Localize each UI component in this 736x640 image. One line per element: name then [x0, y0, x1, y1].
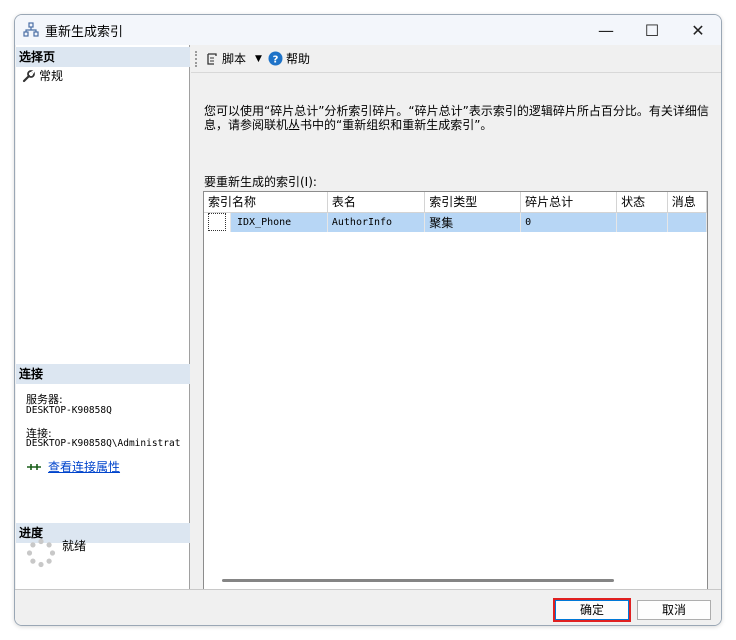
cell-status[interactable]: [616, 212, 668, 232]
progress-status: 就绪: [62, 539, 87, 553]
script-label: 脚本: [222, 52, 247, 66]
plug-icon: [27, 463, 41, 470]
progress-spinner-icon: [26, 538, 56, 568]
index-grid-label: 要重新生成的索引(I):: [204, 175, 317, 189]
right-pane: 脚本 ▼ ? 帮助 您可以使用“碎片总计”分析索引碎片。“碎片总计”表示索引的逻…: [191, 45, 721, 591]
row-focus-box: [208, 213, 226, 232]
column-header-index-type[interactable]: 索引类型: [424, 192, 522, 213]
description-text: 您可以使用“碎片总计”分析索引碎片。“碎片总计”表示索引的逻辑碎片所占百分比。有…: [204, 104, 709, 132]
index-tree-icon: [23, 22, 39, 37]
cell-fragmentation[interactable]: 0: [520, 212, 618, 232]
row-selector[interactable]: [204, 212, 231, 232]
horizontal-scrollbar[interactable]: [222, 579, 614, 582]
connection-header: 连接: [16, 364, 190, 384]
column-header-status[interactable]: 状态: [616, 192, 668, 213]
svg-text:?: ?: [273, 54, 279, 65]
cell-index-name[interactable]: IDX_Phone: [230, 212, 328, 232]
script-button[interactable]: 脚本 ▼: [205, 50, 262, 67]
maximize-button[interactable]: ☐: [629, 15, 675, 45]
help-label: 帮助: [285, 52, 310, 66]
connection-value: DESKTOP-K90858Q\Administrat: [26, 438, 181, 449]
server-value: DESKTOP-K90858Q: [26, 405, 112, 416]
page-item-general[interactable]: 常规: [22, 67, 63, 84]
toolbar-grip: [195, 50, 197, 67]
view-connection-properties-link[interactable]: 查看连接属性: [26, 458, 120, 475]
wrench-icon: [22, 69, 35, 82]
close-button[interactable]: ✕: [675, 15, 721, 45]
table-row[interactable]: IDX_Phone AuthorInfo 聚集 0: [204, 212, 707, 232]
help-button[interactable]: ? 帮助: [268, 50, 310, 67]
ok-button[interactable]: 确定: [553, 598, 631, 622]
index-grid[interactable]: 索引名称 表名 索引类型 碎片总计 状态 消息 IDX_Phone Author…: [203, 191, 708, 591]
cell-index-type[interactable]: 聚集: [424, 212, 522, 232]
column-header-table[interactable]: 表名: [327, 192, 426, 213]
select-page-header: 选择页: [16, 47, 190, 67]
column-header-message[interactable]: 消息: [667, 192, 707, 213]
help-icon: ?: [268, 51, 283, 66]
cell-message[interactable]: [667, 212, 707, 232]
page-item-label: 常规: [39, 69, 64, 83]
view-connection-properties-label: 查看连接属性: [48, 460, 121, 474]
left-pane: 选择页 常规 连接 服务器: DESKTOP-K90858Q 连接: DESKT…: [16, 45, 190, 589]
column-header-fragmentation[interactable]: 碎片总计: [520, 192, 618, 213]
minimize-button[interactable]: —: [583, 15, 629, 45]
title-bar: 重新生成索引 — ☐ ✕: [15, 15, 721, 45]
script-icon: [207, 52, 217, 65]
chevron-down-icon[interactable]: ▼: [255, 54, 262, 64]
grid-header-row: 索引名称 表名 索引类型 碎片总计 状态 消息: [204, 192, 707, 213]
window-title: 重新生成索引: [45, 24, 124, 40]
cell-table[interactable]: AuthorInfo: [327, 212, 426, 232]
column-header-index-name[interactable]: 索引名称: [204, 192, 328, 213]
cancel-button[interactable]: 取消: [637, 600, 711, 620]
rebuild-index-dialog: 重新生成索引 — ☐ ✕ 选择页 常规 连接 服务器: DESKTOP-K908…: [14, 14, 722, 626]
button-bar: 确定 取消: [15, 589, 721, 625]
toolbar: 脚本 ▼ ? 帮助: [191, 45, 721, 73]
